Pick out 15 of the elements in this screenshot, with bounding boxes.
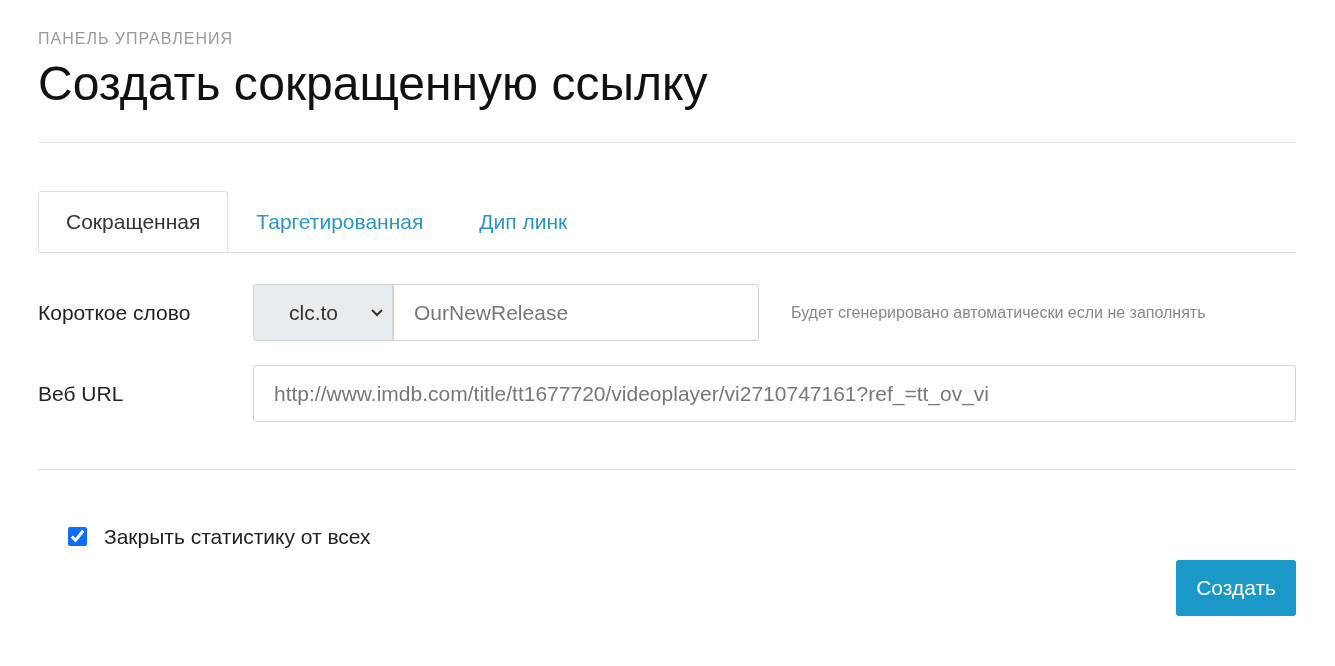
create-button[interactable]: Создать — [1176, 559, 1296, 616]
breadcrumb: ПАНЕЛЬ УПРАВЛЕНИЯ — [38, 29, 235, 49]
checkbox[interactable] — [68, 527, 87, 547]
field-label: Веб URL — [38, 380, 125, 407]
field-label: Короткое слово — [38, 299, 192, 326]
tab[interactable]: Сокращенная — [38, 191, 229, 252]
checkbox-label: Закрыть статистику от всех — [104, 524, 371, 550]
tab[interactable]: Таргетированная — [228, 191, 452, 252]
short-word-input[interactable]: OurNewRelease — [393, 284, 759, 341]
tab[interactable]: Дип линк — [451, 191, 596, 252]
url-input[interactable]: http://www.imdb.com/title/tt1677720/videoplayer/vi2710747161?ref_=tt_ov_vi — [253, 365, 1296, 422]
chevron-down-icon — [370, 307, 384, 318]
page-title: Создать сокращенную ссылку — [38, 56, 709, 112]
hint-text: Будет сгенерировано автоматически если не заполнять — [791, 302, 1206, 323]
domain-select[interactable]: clc.to — [253, 284, 393, 341]
